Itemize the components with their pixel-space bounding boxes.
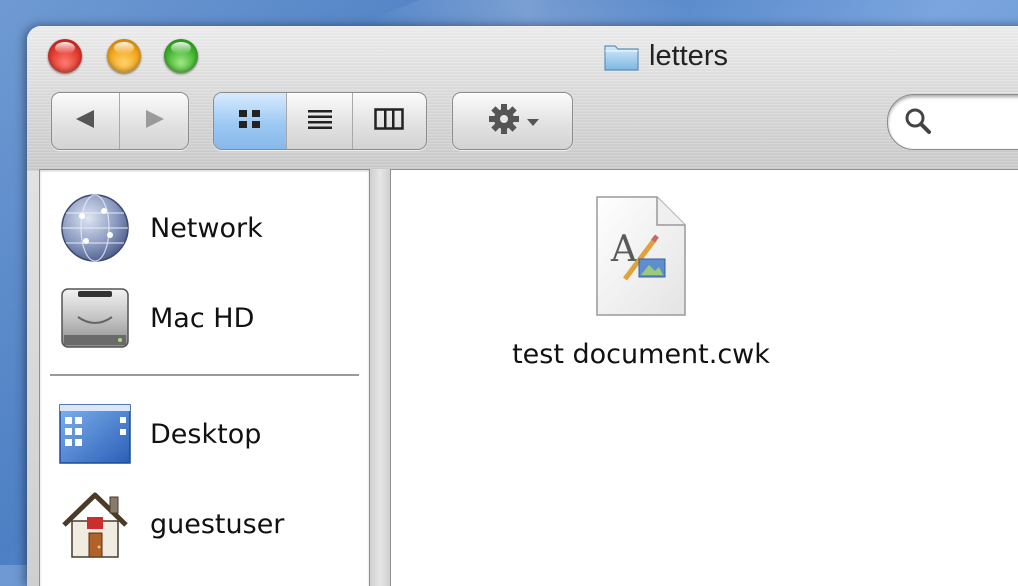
- file-name: test document.cwk: [512, 339, 770, 370]
- sidebar-item-label: guestuser: [150, 508, 285, 540]
- search-input[interactable]: [944, 103, 1018, 141]
- minimize-button[interactable]: [107, 39, 141, 73]
- sidebar-divider: [50, 374, 359, 376]
- zoom-button[interactable]: [164, 39, 198, 73]
- sidebar-item-network[interactable]: Network: [40, 188, 369, 268]
- action-menu-button[interactable]: [452, 92, 573, 150]
- network-globe-icon: [58, 191, 132, 265]
- sidebar-item-desktop[interactable]: Desktop: [40, 394, 369, 474]
- window-title-text: letters: [649, 39, 728, 72]
- desktop-icon: [58, 397, 132, 471]
- list-view-button[interactable]: [287, 93, 353, 149]
- icon-view-button[interactable]: [214, 93, 288, 149]
- sidebar-item-guestuser[interactable]: guestuser: [40, 484, 369, 564]
- sidebar-item-label: Mac HD: [150, 302, 255, 334]
- home-icon: [58, 487, 132, 561]
- column-view-icon: [374, 108, 405, 134]
- sidebar-item-mac-hd[interactable]: Mac HD: [40, 278, 369, 358]
- search-field[interactable]: [887, 94, 1018, 150]
- back-button[interactable]: [52, 93, 120, 149]
- finder-window: letters Network Mac HD Desktop guestuser…: [27, 26, 1018, 586]
- close-button[interactable]: [48, 39, 82, 73]
- sidebar-splitter[interactable]: [370, 169, 390, 586]
- folder-icon: [603, 40, 641, 72]
- back-forward-control: [51, 92, 189, 150]
- icon-view-icon: [237, 108, 263, 134]
- sidebar-item-label: Network: [150, 212, 263, 244]
- appleworks-document-icon: A: [593, 196, 689, 323]
- magnifier-icon: [904, 107, 932, 139]
- chevron-down-icon: [526, 112, 540, 131]
- sidebar-item-label: Desktop: [150, 418, 262, 450]
- sidebar: Network Mac HD Desktop guestuser: [39, 169, 370, 586]
- forward-arrow-icon: [142, 109, 166, 133]
- file-browser-content: A test document.cwk: [390, 169, 1018, 586]
- file-item[interactable]: A test document.cwk: [481, 195, 801, 370]
- forward-button[interactable]: [120, 93, 188, 149]
- hard-drive-icon: [58, 281, 132, 355]
- window-title: letters: [603, 39, 728, 73]
- view-mode-control: [213, 92, 427, 150]
- back-arrow-icon: [74, 109, 98, 133]
- list-view-icon: [307, 108, 333, 134]
- column-view-button[interactable]: [353, 93, 426, 149]
- gear-icon: [486, 101, 522, 141]
